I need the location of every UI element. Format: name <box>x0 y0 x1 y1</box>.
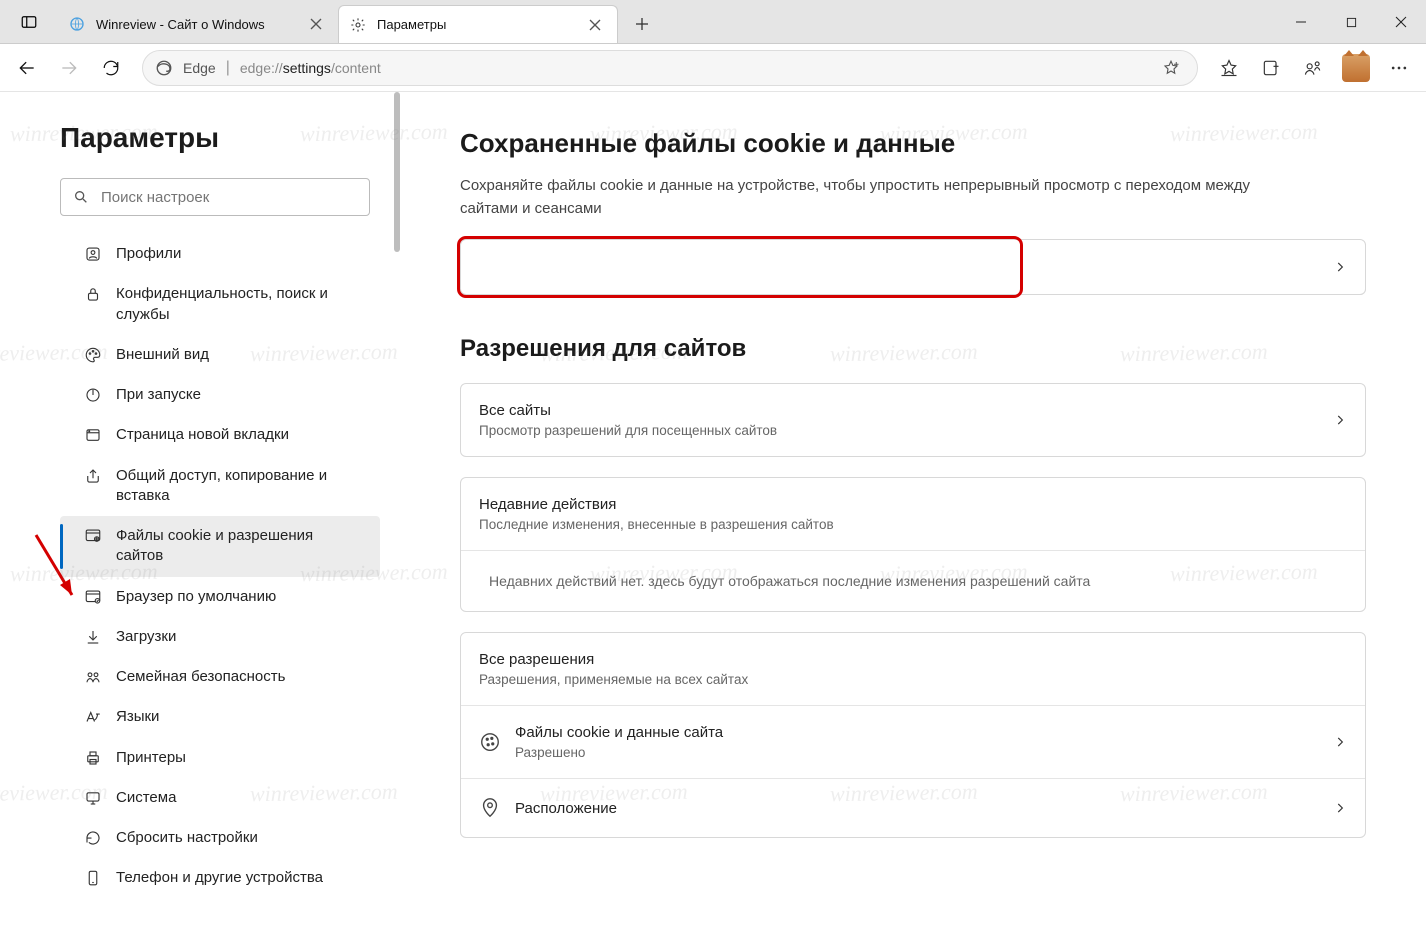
tab-title-2: Параметры <box>377 17 573 32</box>
maximize-button[interactable] <box>1326 0 1376 44</box>
tab-close-1[interactable] <box>304 12 328 36</box>
close-button[interactable] <box>1376 0 1426 44</box>
nav-phone[interactable]: Телефон и другие устройства <box>60 858 380 898</box>
family-icon <box>84 668 102 686</box>
nav-reset[interactable]: Сбросить настройки <box>60 818 380 858</box>
power-icon <box>84 386 102 404</box>
nav-system[interactable]: Система <box>60 778 380 818</box>
location-row-title: Расположение <box>515 800 617 817</box>
address-bar[interactable]: Edge | edge://settings/content <box>142 50 1198 86</box>
reset-icon <box>84 829 102 847</box>
more-menu-icon[interactable] <box>1380 49 1418 87</box>
settings-search-input[interactable] <box>101 189 357 206</box>
add-to-collections-icon[interactable] <box>1157 54 1185 82</box>
nav-privacy[interactable]: Конфиденциальность, поиск и службы <box>60 274 380 335</box>
language-icon <box>84 708 102 726</box>
nav-languages[interactable]: Языки <box>60 697 380 737</box>
location-icon <box>479 797 501 819</box>
browser-icon <box>84 588 102 606</box>
all-sites-title: Все сайты <box>479 402 777 419</box>
settings-sidebar: Параметры Профили Конфиденциальность, по… <box>0 92 400 942</box>
favorites-icon[interactable] <box>1210 49 1248 87</box>
all-perm-desc: Разрешения, применяемые на всех сайтах <box>479 672 748 687</box>
permission-cookies-row[interactable]: Файлы cookie и данные сайта Разрешено <box>461 706 1365 778</box>
recent-empty-message: Недавних действий нет. здесь будут отобр… <box>461 551 1365 611</box>
browser-toolbar: Edge | edge://settings/content <box>0 44 1426 92</box>
palette-icon <box>84 346 102 364</box>
browser-tab-1[interactable]: Winreview - Сайт о Windows <box>58 5 338 43</box>
recent-activity-card: Недавние действия Последние изменения, в… <box>460 477 1366 612</box>
browser-tab-2-active[interactable]: Параметры <box>338 5 618 43</box>
all-sites-desc: Просмотр разрешений для посещенных сайто… <box>479 423 777 438</box>
nav-downloads[interactable]: Загрузки <box>60 617 380 657</box>
chevron-right-icon <box>1333 735 1347 749</box>
address-separator: | <box>226 59 230 77</box>
annotation-arrow <box>30 529 82 609</box>
cookies-row-desc: Разрешено <box>515 745 723 760</box>
nav-newtab[interactable]: Страница новой вкладки <box>60 415 380 455</box>
gear-icon <box>349 16 367 34</box>
download-icon <box>84 628 102 646</box>
tab-overview-button[interactable] <box>0 0 58 43</box>
cookies-row-title: Файлы cookie и данные сайта <box>515 724 723 741</box>
settings-main: Сохраненные файлы cookie и данные Сохран… <box>400 92 1426 942</box>
nav-startup[interactable]: При запуске <box>60 375 380 415</box>
sidebar-scrollbar[interactable] <box>394 92 400 252</box>
section-heading-permissions: Разрешения для сайтов <box>460 335 1366 363</box>
nav-profiles[interactable]: Профили <box>60 234 380 274</box>
share-icon <box>84 467 102 485</box>
chevron-right-icon <box>1333 260 1347 274</box>
collections-icon[interactable] <box>1252 49 1290 87</box>
settings-nav: Профили Конфиденциальность, поиск и служ… <box>60 234 380 899</box>
user-avatar[interactable] <box>1342 54 1370 82</box>
phone-icon <box>84 869 102 887</box>
recent-title: Недавние действия <box>479 496 834 513</box>
address-url: edge://settings/content <box>240 60 381 76</box>
lock-icon <box>84 285 102 303</box>
recent-desc: Последние изменения, внесенные в разреше… <box>479 517 834 532</box>
globe-icon <box>68 15 86 33</box>
window-controls <box>1276 0 1426 43</box>
recent-activity-header: Недавние действия Последние изменения, в… <box>461 478 1365 550</box>
settings-search[interactable] <box>60 178 370 216</box>
chevron-right-icon <box>1333 413 1347 427</box>
refresh-button[interactable] <box>92 49 130 87</box>
window-titlebar: Winreview - Сайт о Windows Параметры <box>0 0 1426 44</box>
chevron-right-icon <box>1333 801 1347 815</box>
search-icon <box>73 189 89 205</box>
sidebar-heading: Параметры <box>60 122 380 154</box>
minimize-button[interactable] <box>1276 0 1326 44</box>
edge-icon <box>155 59 173 77</box>
all-permissions-header: Все разрешения Разрешения, применяемые н… <box>461 633 1365 705</box>
profile-icon <box>84 245 102 263</box>
all-perm-title: Все разрешения <box>479 651 748 668</box>
manage-cookies-row-outer[interactable] <box>460 239 1366 295</box>
permission-location-row[interactable]: Расположение <box>461 779 1365 837</box>
nav-cookies-active[interactable]: Файлы cookie и разрешения сайтов <box>60 516 380 577</box>
address-label: Edge <box>183 60 216 76</box>
new-tab-button[interactable] <box>624 5 660 43</box>
cookie-icon <box>479 731 501 753</box>
nav-printers[interactable]: Принтеры <box>60 738 380 778</box>
nav-appearance[interactable]: Внешний вид <box>60 335 380 375</box>
nav-family[interactable]: Семейная безопасность <box>60 657 380 697</box>
forward-button[interactable] <box>50 49 88 87</box>
back-button[interactable] <box>8 49 46 87</box>
tab-title-1: Winreview - Сайт о Windows <box>96 17 294 32</box>
page-content: Параметры Профили Конфиденциальность, по… <box>0 92 1426 942</box>
section-subtext: Сохраняйте файлы cookie и данные на устр… <box>460 175 1280 220</box>
tab-close-2[interactable] <box>583 13 607 37</box>
tab-strip: Winreview - Сайт о Windows Параметры <box>58 0 1276 43</box>
cookies-settings-icon <box>84 527 102 545</box>
profile-switcher-icon[interactable] <box>1294 49 1332 87</box>
nav-share[interactable]: Общий доступ, копирование и вставка <box>60 456 380 517</box>
nav-default-browser[interactable]: Браузер по умолчанию <box>60 577 380 617</box>
printer-icon <box>84 749 102 767</box>
newtab-icon <box>84 426 102 444</box>
system-icon <box>84 789 102 807</box>
section-heading-cookies: Сохраненные файлы cookie и данные <box>460 128 1366 159</box>
all-permissions-card: Все разрешения Разрешения, применяемые н… <box>460 632 1366 838</box>
all-sites-card[interactable]: Все сайты Просмотр разрешений для посеще… <box>460 383 1366 457</box>
